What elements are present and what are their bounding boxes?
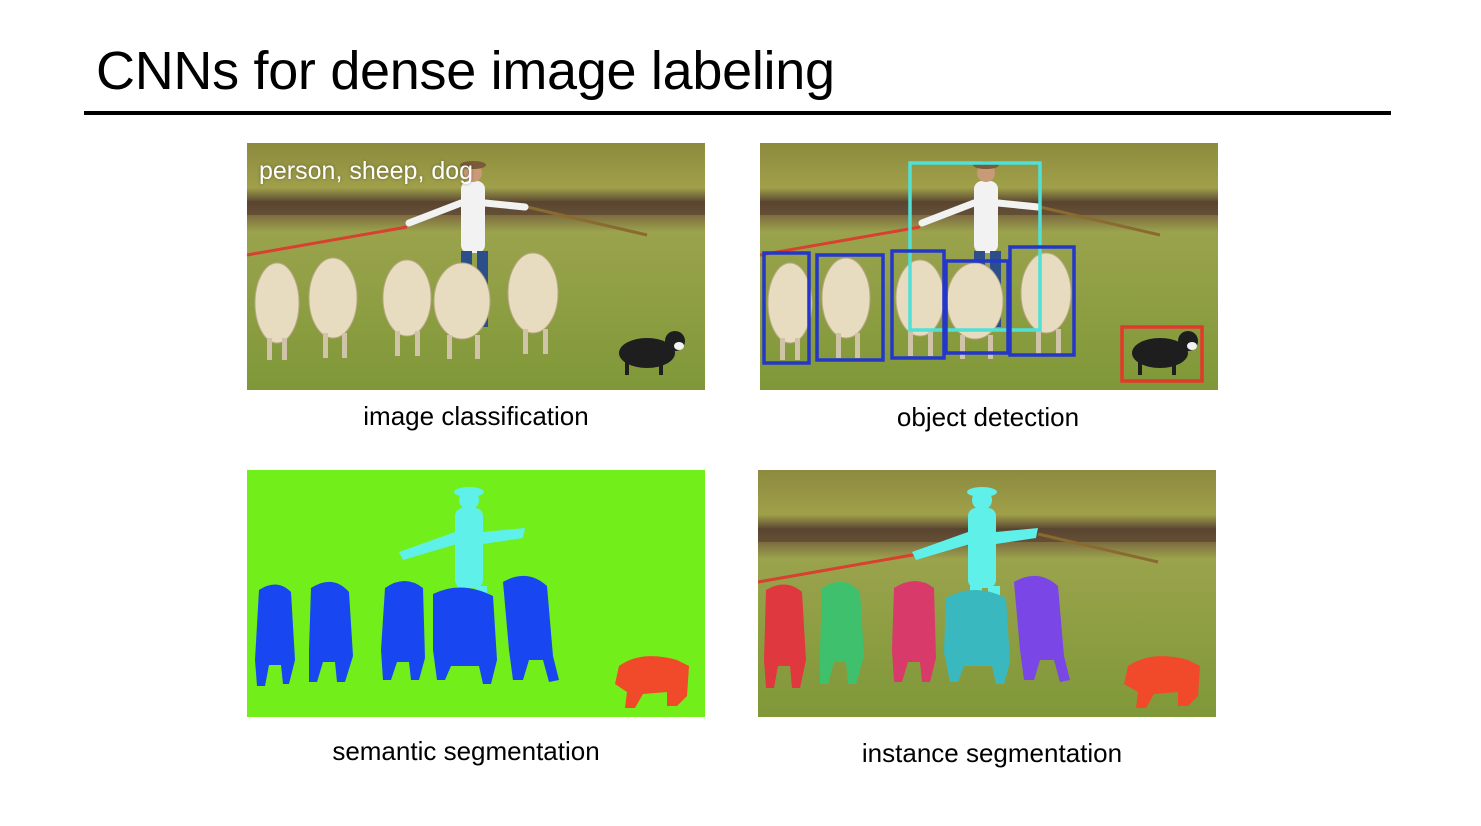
instance-segmentation-image [758,470,1216,717]
classification-image: person, sheep, dog [247,143,705,390]
semantic-caption: semantic segmentation [332,736,600,766]
instance-caption: instance segmentation [861,738,1123,768]
slide-title: CNNs for dense image labeling [96,41,835,101]
semantic-segmentation-image [247,470,705,717]
classification-caption: image classification [363,401,589,431]
title-divider [84,111,1391,115]
detection-image [760,143,1218,390]
classification-labels: person, sheep, dog [259,157,474,185]
detection-caption: object detection [896,402,1080,432]
